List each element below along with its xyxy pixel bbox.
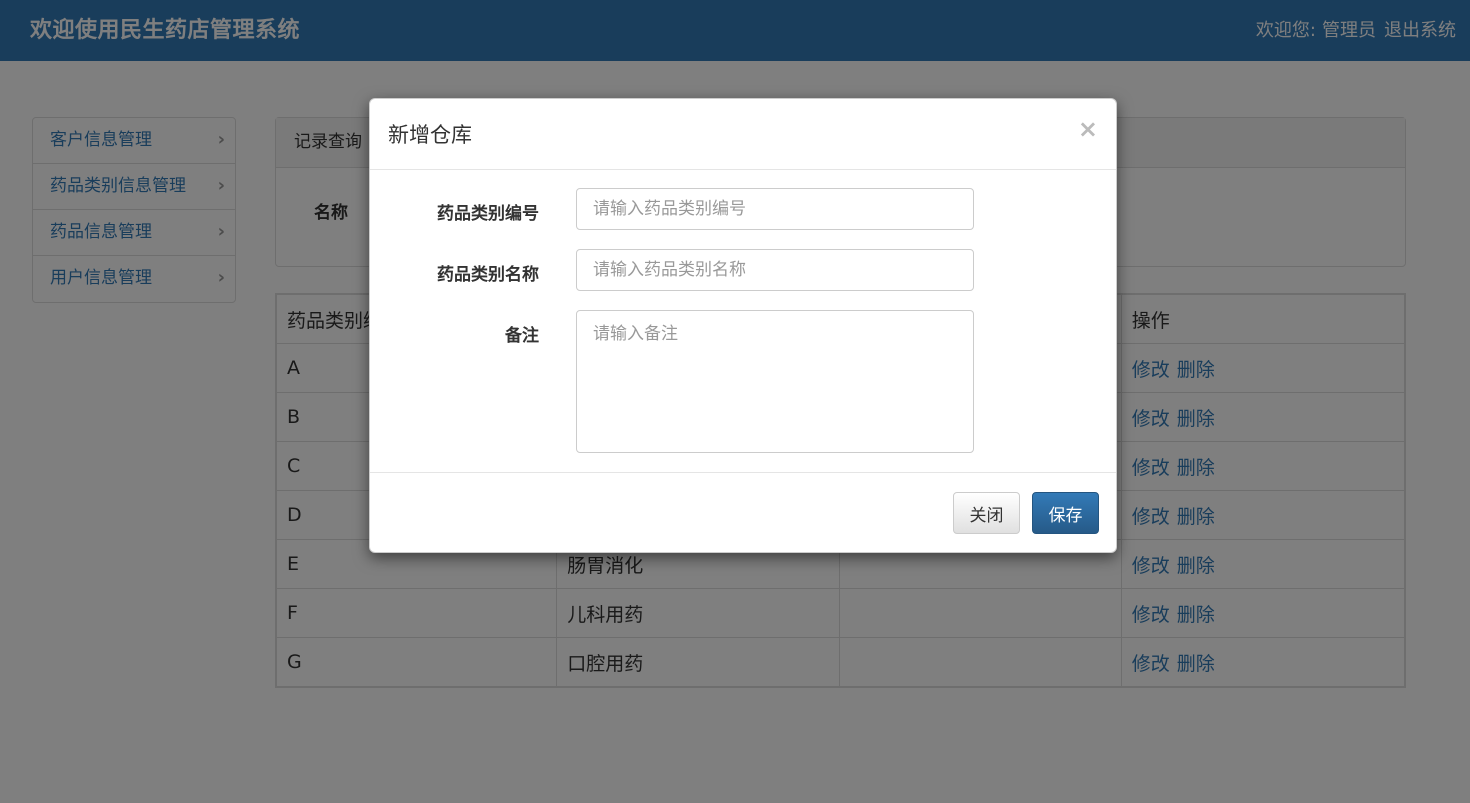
category-code-input[interactable] [576,188,974,230]
modal-header: 新增仓库 × [370,99,1116,170]
category-name-input[interactable] [576,249,974,291]
modal-footer: 关闭 保存 [370,472,1116,552]
close-icon[interactable]: × [1078,115,1098,143]
code-label: 药品类别编号 [437,204,539,224]
remark-label: 备注 [505,326,539,346]
modal-title: 新增仓库 [388,123,472,147]
remark-textarea[interactable] [576,310,974,453]
name-label: 药品类别名称 [437,265,539,285]
save-button[interactable]: 保存 [1032,492,1099,534]
add-category-modal: 新增仓库 × 药品类别编号 药品类别名称 备注 关闭 保存 [369,98,1117,553]
close-button[interactable]: 关闭 [953,492,1020,534]
